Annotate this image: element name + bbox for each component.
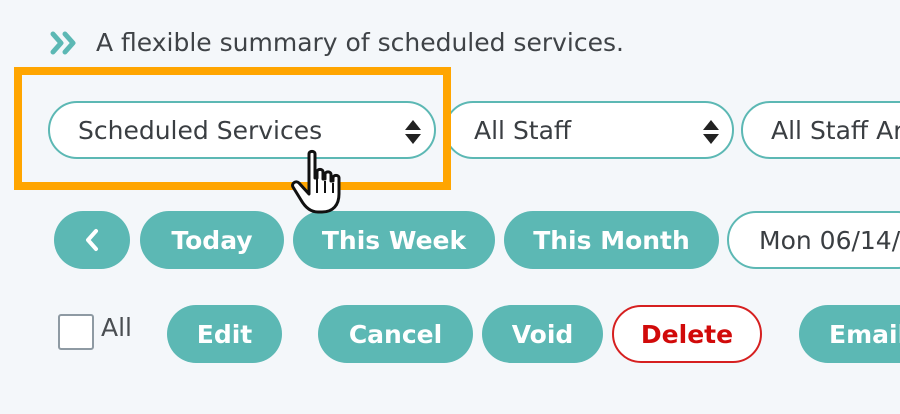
date-value: Mon 06/14/ bbox=[759, 225, 900, 255]
select-arrows-icon bbox=[405, 120, 421, 144]
intro-line: A flexible summary of scheduled services… bbox=[50, 28, 624, 57]
date-input[interactable]: Mon 06/14/ bbox=[727, 211, 900, 269]
staff-area-select[interactable]: All Staff Ar bbox=[741, 101, 900, 159]
hand-pointer-cursor-icon bbox=[291, 149, 341, 214]
cancel-button[interactable]: Cancel bbox=[318, 305, 473, 363]
prev-button[interactable] bbox=[54, 211, 130, 269]
staff-select[interactable]: All Staff bbox=[444, 101, 734, 159]
staff-area-value: All Staff Ar bbox=[771, 115, 900, 145]
edit-button[interactable]: Edit bbox=[167, 305, 282, 363]
void-button[interactable]: Void bbox=[482, 305, 603, 363]
select-all-label: All bbox=[101, 313, 132, 342]
this-month-button[interactable]: This Month bbox=[504, 211, 719, 269]
intro-text: A flexible summary of scheduled services… bbox=[96, 28, 624, 57]
select-all-checkbox[interactable] bbox=[58, 314, 94, 350]
email-button[interactable]: Email bbox=[799, 305, 900, 363]
today-button[interactable]: Today bbox=[140, 211, 284, 269]
this-week-button[interactable]: This Week bbox=[293, 211, 495, 269]
delete-button[interactable]: Delete bbox=[612, 305, 762, 363]
double-chevron-right-icon bbox=[50, 31, 76, 54]
chevron-left-icon bbox=[86, 229, 98, 251]
staff-value: All Staff bbox=[474, 115, 572, 145]
select-arrows-icon bbox=[703, 120, 719, 144]
report-type-value: Scheduled Services bbox=[78, 115, 323, 145]
report-type-select[interactable]: Scheduled Services bbox=[48, 101, 436, 159]
